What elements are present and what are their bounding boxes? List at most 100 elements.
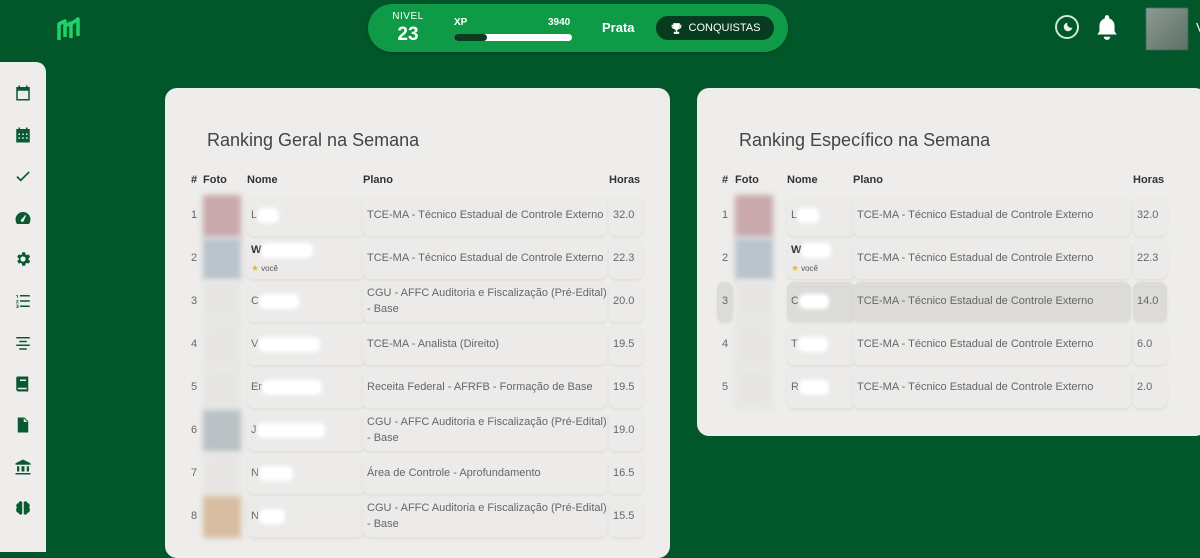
rank-cell: 8 — [190, 510, 198, 523]
column-header: # — [190, 174, 198, 186]
rank-cell: 1 — [721, 209, 729, 222]
you-badge: ★ você — [791, 262, 818, 275]
sidebar-item-calendar[interactable] — [12, 82, 34, 104]
plan-cell: CGU - AFFC Auditoria e Fiscalização (Pré… — [363, 497, 607, 537]
rank-cell: 2 — [190, 252, 198, 265]
sidebar-item-settings[interactable] — [12, 248, 34, 270]
table-row[interactable]: 2 W ★ você TCE-MA - Técnico Estadual de Cont… — [717, 238, 1167, 280]
hours-cell: 6.0 — [1133, 325, 1167, 365]
rank-cell: 4 — [190, 338, 198, 351]
sidebar — [0, 62, 46, 552]
rank-cell: 2 — [721, 252, 729, 265]
table-row[interactable]: 7 N Área de Controle - Aprofundamento 16.5 — [187, 453, 643, 495]
you-label: você — [261, 263, 278, 273]
sidebar-item-schedule[interactable] — [12, 124, 34, 146]
gear-icon — [17, 252, 31, 266]
gauge-icon — [15, 212, 31, 224]
document-icon — [17, 417, 29, 433]
table-row[interactable]: 5 Er Receita Federal - AFRFB - Formação de… — [187, 367, 643, 409]
xp-value: 3940 — [548, 17, 571, 28]
sidebar-item-brain[interactable] — [12, 497, 34, 519]
name-cell: V — [247, 325, 365, 365]
column-header: Foto — [735, 174, 759, 186]
hours-cell: 22.3 — [609, 239, 643, 279]
specific-ranking-panel: Ranking Específico na Semana # Foto Nome Pl… — [697, 88, 1200, 436]
name-cell: J — [247, 411, 365, 451]
plan-cell: TCE-MA - Técnico Estadual de Controle Ex… — [363, 239, 607, 279]
redacted-name — [258, 424, 323, 436]
sidebar-item-list[interactable] — [12, 290, 34, 312]
table-row[interactable]: 4 V TCE-MA - Analista (Direito) 19.5 — [187, 324, 643, 366]
bell-icon[interactable] — [1094, 13, 1120, 41]
table-row[interactable]: 8 N CGU - AFFC Auditoria e Fiscalização (P… — [187, 496, 643, 538]
user-name-text: W — [791, 244, 802, 256]
star-icon: ★ — [251, 262, 260, 273]
user-photo — [735, 281, 773, 323]
redacted-name — [799, 209, 818, 221]
plan-cell: TCE-MA - Técnico Estadual de Controle Ex… — [853, 368, 1131, 408]
plan-cell: TCE-MA - Técnico Estadual de Controle Ex… — [853, 196, 1131, 236]
name-cell: Er — [247, 368, 365, 408]
name-cell: C — [247, 282, 365, 322]
redacted-name — [260, 338, 319, 350]
name-cell: L — [787, 196, 855, 236]
user-avatar[interactable] — [1146, 8, 1188, 50]
name-cell: T — [787, 325, 855, 365]
user-photo — [203, 324, 241, 366]
redacted-name — [800, 381, 827, 393]
star-icon: ★ — [791, 262, 800, 273]
redacted-name — [803, 244, 830, 256]
sidebar-item-institutions[interactable] — [12, 456, 34, 478]
sidebar-item-books[interactable] — [12, 373, 34, 395]
table-row[interactable]: 5 R TCE-MA - Técnico Estadual de Controle … — [717, 367, 1167, 409]
redacted-name — [263, 244, 312, 256]
table-row[interactable]: 1 L TCE-MA - Técnico Estadual de Controle … — [187, 195, 643, 237]
hours-cell: 19.0 — [609, 411, 643, 451]
sidebar-item-done[interactable] — [12, 165, 34, 187]
user-name-text: Er — [251, 381, 262, 394]
plan-cell: TCE-MA - Técnico Estadual de Controle Ex… — [363, 196, 607, 236]
theme-toggle-button[interactable] — [1055, 15, 1079, 39]
level-xp-bar: NIVEL 23 XP 3940 Prata CONQUISTAS — [368, 4, 788, 52]
user-name[interactable]: V — [1196, 20, 1200, 35]
achievements-label: CONQUISTAS — [688, 22, 761, 34]
hours-cell: 20.0 — [609, 282, 643, 322]
table-row[interactable]: 4 T TCE-MA - Técnico Estadual de Controle … — [717, 324, 1167, 366]
sidebar-item-agenda[interactable] — [12, 332, 34, 354]
table-row[interactable]: 3 C TCE-MA - Técnico Estadual de Controle … — [717, 281, 1167, 323]
xp-progress-fill — [454, 34, 488, 41]
redacted-name — [800, 295, 827, 307]
user-photo — [203, 195, 241, 237]
you-label: você — [801, 263, 818, 273]
app-logo[interactable] — [56, 16, 82, 42]
user-name-text: R — [791, 381, 799, 394]
table-row[interactable]: 2 W ★ você TCE-MA - Técnico Estadual de Cont… — [187, 238, 643, 280]
name-cell: C — [787, 282, 855, 322]
user-name-text: C — [791, 295, 799, 308]
calendar-icon — [16, 85, 30, 101]
achievements-button[interactable]: CONQUISTAS — [656, 16, 774, 40]
column-header: Horas — [1133, 174, 1165, 186]
plan-cell: CGU - AFFC Auditoria e Fiscalização (Pré… — [363, 411, 607, 451]
user-name-text: W — [251, 244, 262, 256]
plan-cell: TCE-MA - Analista (Direito) — [363, 325, 607, 365]
redacted-name — [259, 209, 278, 221]
table-row[interactable]: 1 L TCE-MA - Técnico Estadual de Controle … — [717, 195, 1167, 237]
sidebar-item-documents[interactable] — [12, 414, 34, 436]
table-row[interactable]: 6 J CGU - AFFC Auditoria e Fiscalização (P… — [187, 410, 643, 452]
sidebar-item-dashboard[interactable] — [12, 207, 34, 229]
name-cell: R — [787, 368, 855, 408]
level-label: NIVEL — [392, 11, 424, 22]
plan-cell: TCE-MA - Técnico Estadual de Controle Ex… — [853, 282, 1131, 322]
rank-cell: 4 — [721, 338, 729, 351]
rank-cell: 3 — [190, 295, 198, 308]
general-ranking-panel: Ranking Geral na Semana # Foto Nome Plano Ho… — [165, 88, 670, 558]
xp-progress-track — [454, 34, 572, 41]
hours-cell: 19.5 — [609, 325, 643, 365]
hours-cell: 15.5 — [609, 497, 643, 537]
table-row[interactable]: 3 C CGU - AFFC Auditoria e Fiscalização (P… — [187, 281, 643, 323]
calendar-grid-icon — [16, 127, 30, 143]
user-name-text: C — [251, 295, 259, 308]
user-name-text: N — [251, 510, 259, 523]
column-header: Plano — [363, 174, 393, 186]
